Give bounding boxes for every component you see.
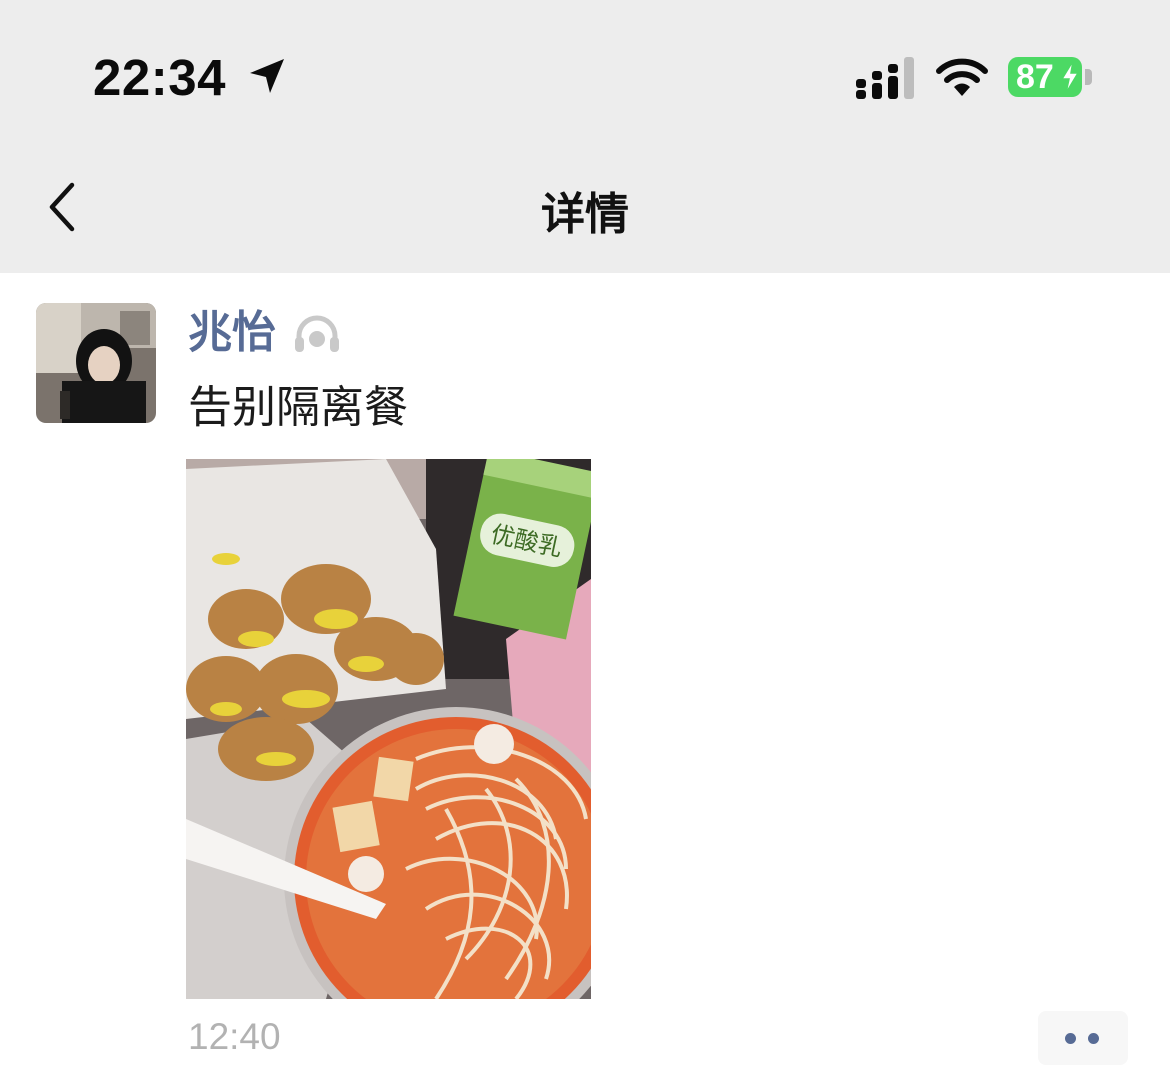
- header-area: 22:34 87 详情: [0, 0, 1170, 273]
- author-row: 兆怡: [188, 305, 339, 361]
- more-dots-icon[interactable]: [1038, 1011, 1128, 1065]
- charging-bolt-icon: [1060, 61, 1080, 93]
- more-dot: [1088, 1033, 1099, 1044]
- food-photo: 优酸乳: [186, 459, 591, 999]
- page-title: 详情: [541, 189, 629, 240]
- avatar-photo: [36, 303, 156, 423]
- battery-cap: [1085, 69, 1092, 85]
- battery-charging-icon: 87: [1008, 57, 1094, 99]
- post-text: 告别隔离餐: [188, 382, 408, 433]
- more-dot: [1065, 1033, 1076, 1044]
- location-arrow-icon: [250, 59, 284, 93]
- wifi-icon: [936, 58, 988, 96]
- author-name[interactable]: 兆怡: [188, 305, 276, 361]
- post-photo[interactable]: 优酸乳: [186, 459, 591, 999]
- music-headphones-icon[interactable]: [293, 314, 341, 354]
- status-time: 22:34: [93, 49, 226, 106]
- avatar[interactable]: [36, 303, 156, 423]
- post-time: 12:40: [188, 1016, 281, 1057]
- cellular-signal-icon: [856, 57, 914, 99]
